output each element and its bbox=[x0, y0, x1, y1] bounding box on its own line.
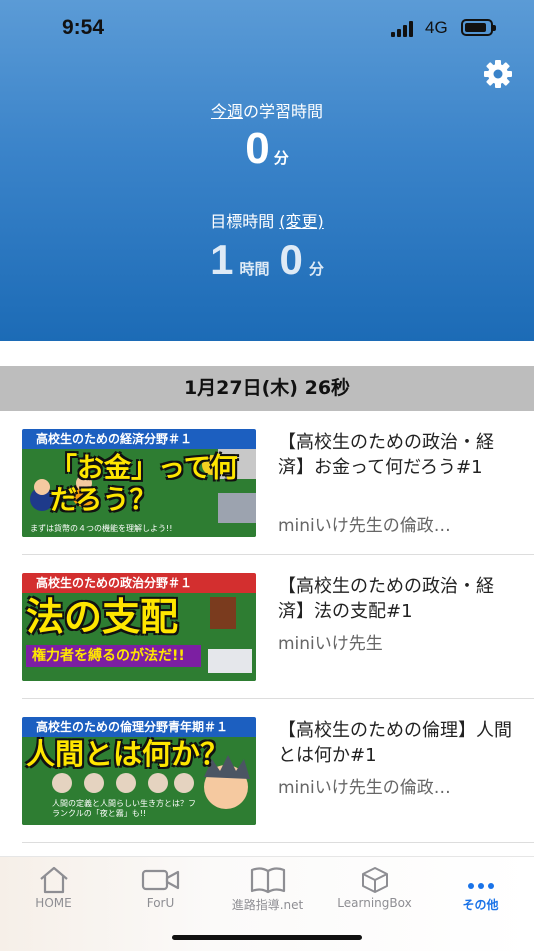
video-title[interactable]: 【高校生のための倫理】人間とは何か#1 bbox=[278, 718, 518, 768]
status-time: 9:54 bbox=[62, 16, 105, 39]
video-list-item[interactable]: 高校生のための政治分野＃１ 法の支配 権力者を縛るのが法だ!! 【高校生のための… bbox=[0, 555, 534, 699]
video-list-item[interactable]: 高校生のための経済分野＃１ 「お金」って何だろう？ まずは貨幣の４つの機能を理解… bbox=[0, 411, 534, 555]
more-icon bbox=[467, 883, 494, 889]
tab-label: 進路指導.net bbox=[231, 898, 304, 912]
date-section-header: 1月27日(木) 26秒 bbox=[0, 366, 534, 411]
signal-icon bbox=[391, 21, 417, 37]
tab-label: HOME bbox=[35, 896, 72, 910]
video-title[interactable]: 【高校生のための政治・経済】法の支配#1 bbox=[278, 574, 518, 624]
goal-label: 目標時間 bbox=[210, 212, 275, 231]
tab-label: ForU bbox=[146, 896, 175, 910]
video-title[interactable]: 【高校生のための政治・経済】お金って何だろう#1 bbox=[278, 430, 518, 480]
book-icon bbox=[250, 867, 285, 894]
weekly-study-value: 0 bbox=[245, 124, 270, 173]
thumbnail-caption: 人間の定義と人間らしい生き方とは？フランクルの「夜と霧」も!! bbox=[52, 799, 196, 818]
divider bbox=[22, 842, 534, 843]
thumbnail-band: 高校生のための倫理分野青年期＃１ bbox=[22, 717, 256, 737]
thumbnail-caption: まずは貨幣の４つの機能を理解しよう!! bbox=[30, 524, 173, 533]
weekly-study-unit: 分 bbox=[273, 149, 289, 167]
network-label: 4G bbox=[425, 18, 448, 37]
goal-change-link[interactable]: (変更) bbox=[279, 212, 324, 231]
study-summary-header: 9:54 4G 今週の学習時間 0分 目標時間 (変更) 1 時間 0 分 bbox=[0, 0, 534, 341]
video-channel: miniいけ先生 bbox=[278, 634, 383, 654]
thumbnail-caption: 権力者を縛るのが法だ!! bbox=[26, 645, 201, 667]
home-icon bbox=[39, 866, 68, 894]
video-thumbnail[interactable]: 高校生のための政治分野＃１ 法の支配 権力者を縛るのが法だ!! bbox=[22, 573, 256, 681]
home-indicator[interactable] bbox=[172, 935, 362, 940]
video-thumbnail[interactable]: 高校生のための経済分野＃１ 「お金」って何だろう？ まずは貨幣の４つの機能を理解… bbox=[22, 429, 256, 537]
weekly-study-time: 0分 bbox=[0, 124, 534, 174]
goal-hours: 1 bbox=[210, 236, 234, 283]
tab-more[interactable]: その他 bbox=[427, 857, 534, 927]
goal-minutes-unit: 分 bbox=[308, 260, 324, 278]
thumbnail-headline: 法の支配 bbox=[26, 595, 179, 639]
tab-learningbox[interactable]: LearningBox bbox=[321, 857, 428, 927]
goal-time-label: 目標時間 (変更) bbox=[0, 208, 534, 232]
tab-shinro[interactable]: 進路指導.net bbox=[214, 857, 321, 927]
tab-label: LearningBox bbox=[337, 896, 412, 910]
video-channel: miniいけ先生の倫政… bbox=[278, 516, 451, 536]
thumbnail-band: 高校生のための経済分野＃１ bbox=[22, 429, 256, 449]
thumbnail-band: 高校生のための政治分野＃１ bbox=[22, 573, 256, 593]
box-icon bbox=[361, 867, 388, 893]
battery-icon bbox=[461, 19, 496, 36]
video-thumbnail[interactable]: 高校生のための倫理分野青年期＃１ 人間とは何か？ 人間の定義と人間らしい生き方と… bbox=[22, 717, 256, 825]
video-channel: miniいけ先生の倫政… bbox=[278, 778, 451, 798]
this-week-link[interactable]: 今週 bbox=[211, 102, 243, 121]
tab-foru[interactable]: ForU bbox=[107, 857, 214, 927]
goal-hours-unit: 時間 bbox=[239, 260, 270, 278]
goal-minutes: 0 bbox=[279, 236, 303, 283]
tab-label: その他 bbox=[462, 898, 499, 912]
thumbnail-headline: 人間とは何か？ bbox=[26, 737, 230, 771]
video-list-item[interactable]: 高校生のための倫理分野青年期＃１ 人間とは何か？ 人間の定義と人間らしい生き方と… bbox=[0, 699, 534, 843]
tab-home[interactable]: HOME bbox=[0, 857, 107, 927]
video-camera-icon bbox=[141, 869, 179, 891]
thumbnail-headline: 「お金」って何だろう？ bbox=[50, 453, 238, 516]
weekly-study-suffix: の学習時間 bbox=[243, 102, 324, 121]
status-bar: 9:54 4G bbox=[0, 0, 534, 58]
gear-icon[interactable] bbox=[482, 58, 514, 90]
weekly-study-label: 今週の学習時間 bbox=[0, 98, 534, 122]
goal-time-value: 1 時間 0 分 bbox=[0, 236, 534, 284]
